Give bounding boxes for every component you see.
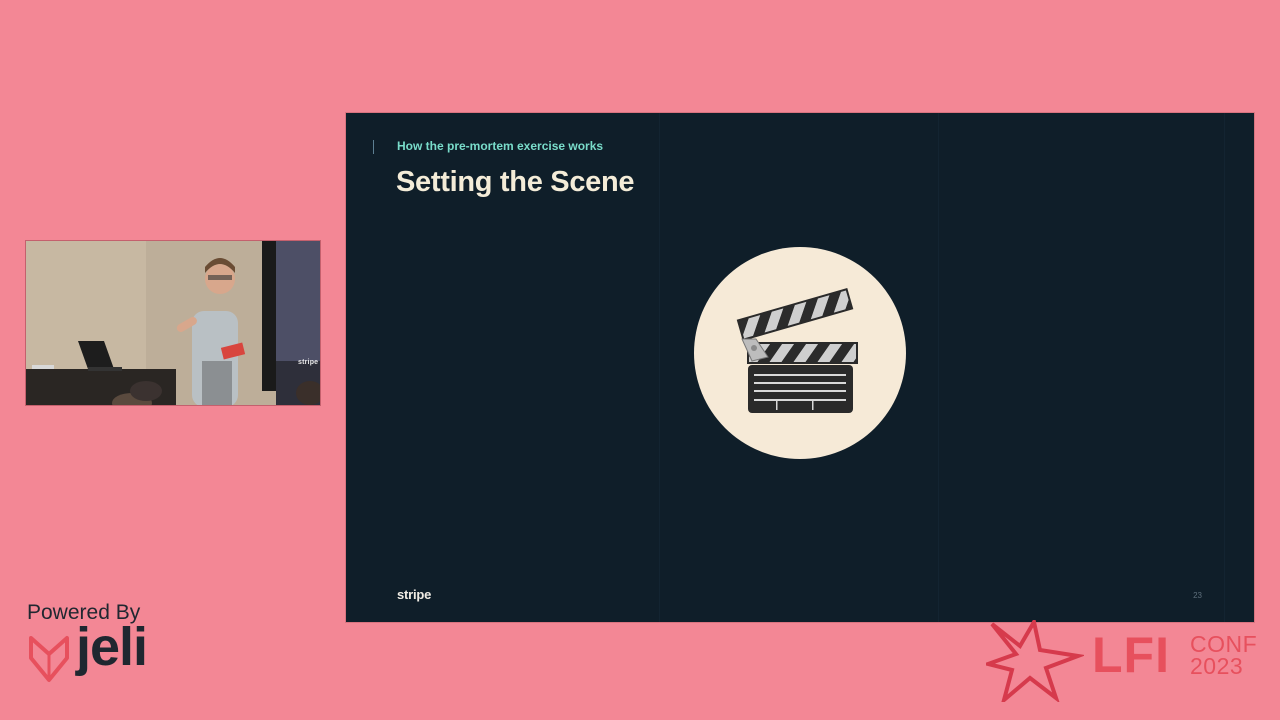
clapperboard-badge xyxy=(694,247,906,459)
conference-year: 2023 xyxy=(1190,653,1244,679)
slide-page-number: 23 xyxy=(1193,591,1202,600)
conference-name: LFI xyxy=(1092,627,1170,683)
slide-title: Setting the Scene xyxy=(396,166,635,198)
jeli-heart-icon xyxy=(29,636,69,682)
clapperboard-icon xyxy=(736,288,858,413)
slide-guide-line xyxy=(1224,113,1225,622)
burst-star-icon xyxy=(986,620,1084,702)
slide-guide-line xyxy=(659,113,660,622)
slide-eyebrow: How the pre-mortem exercise works xyxy=(397,139,604,153)
jeli-wordmark: jeli xyxy=(76,617,148,677)
presentation-slide: How the pre-mortem exercise works Settin… xyxy=(346,113,1254,622)
eyebrow-bar xyxy=(373,140,374,154)
speaker-video: stripe xyxy=(25,240,321,406)
speaker-video-frame xyxy=(26,241,320,405)
backdrop-logo: stripe xyxy=(298,359,319,366)
slide-brand-logo: stripe xyxy=(397,587,432,602)
slide-guide-line xyxy=(938,113,939,622)
